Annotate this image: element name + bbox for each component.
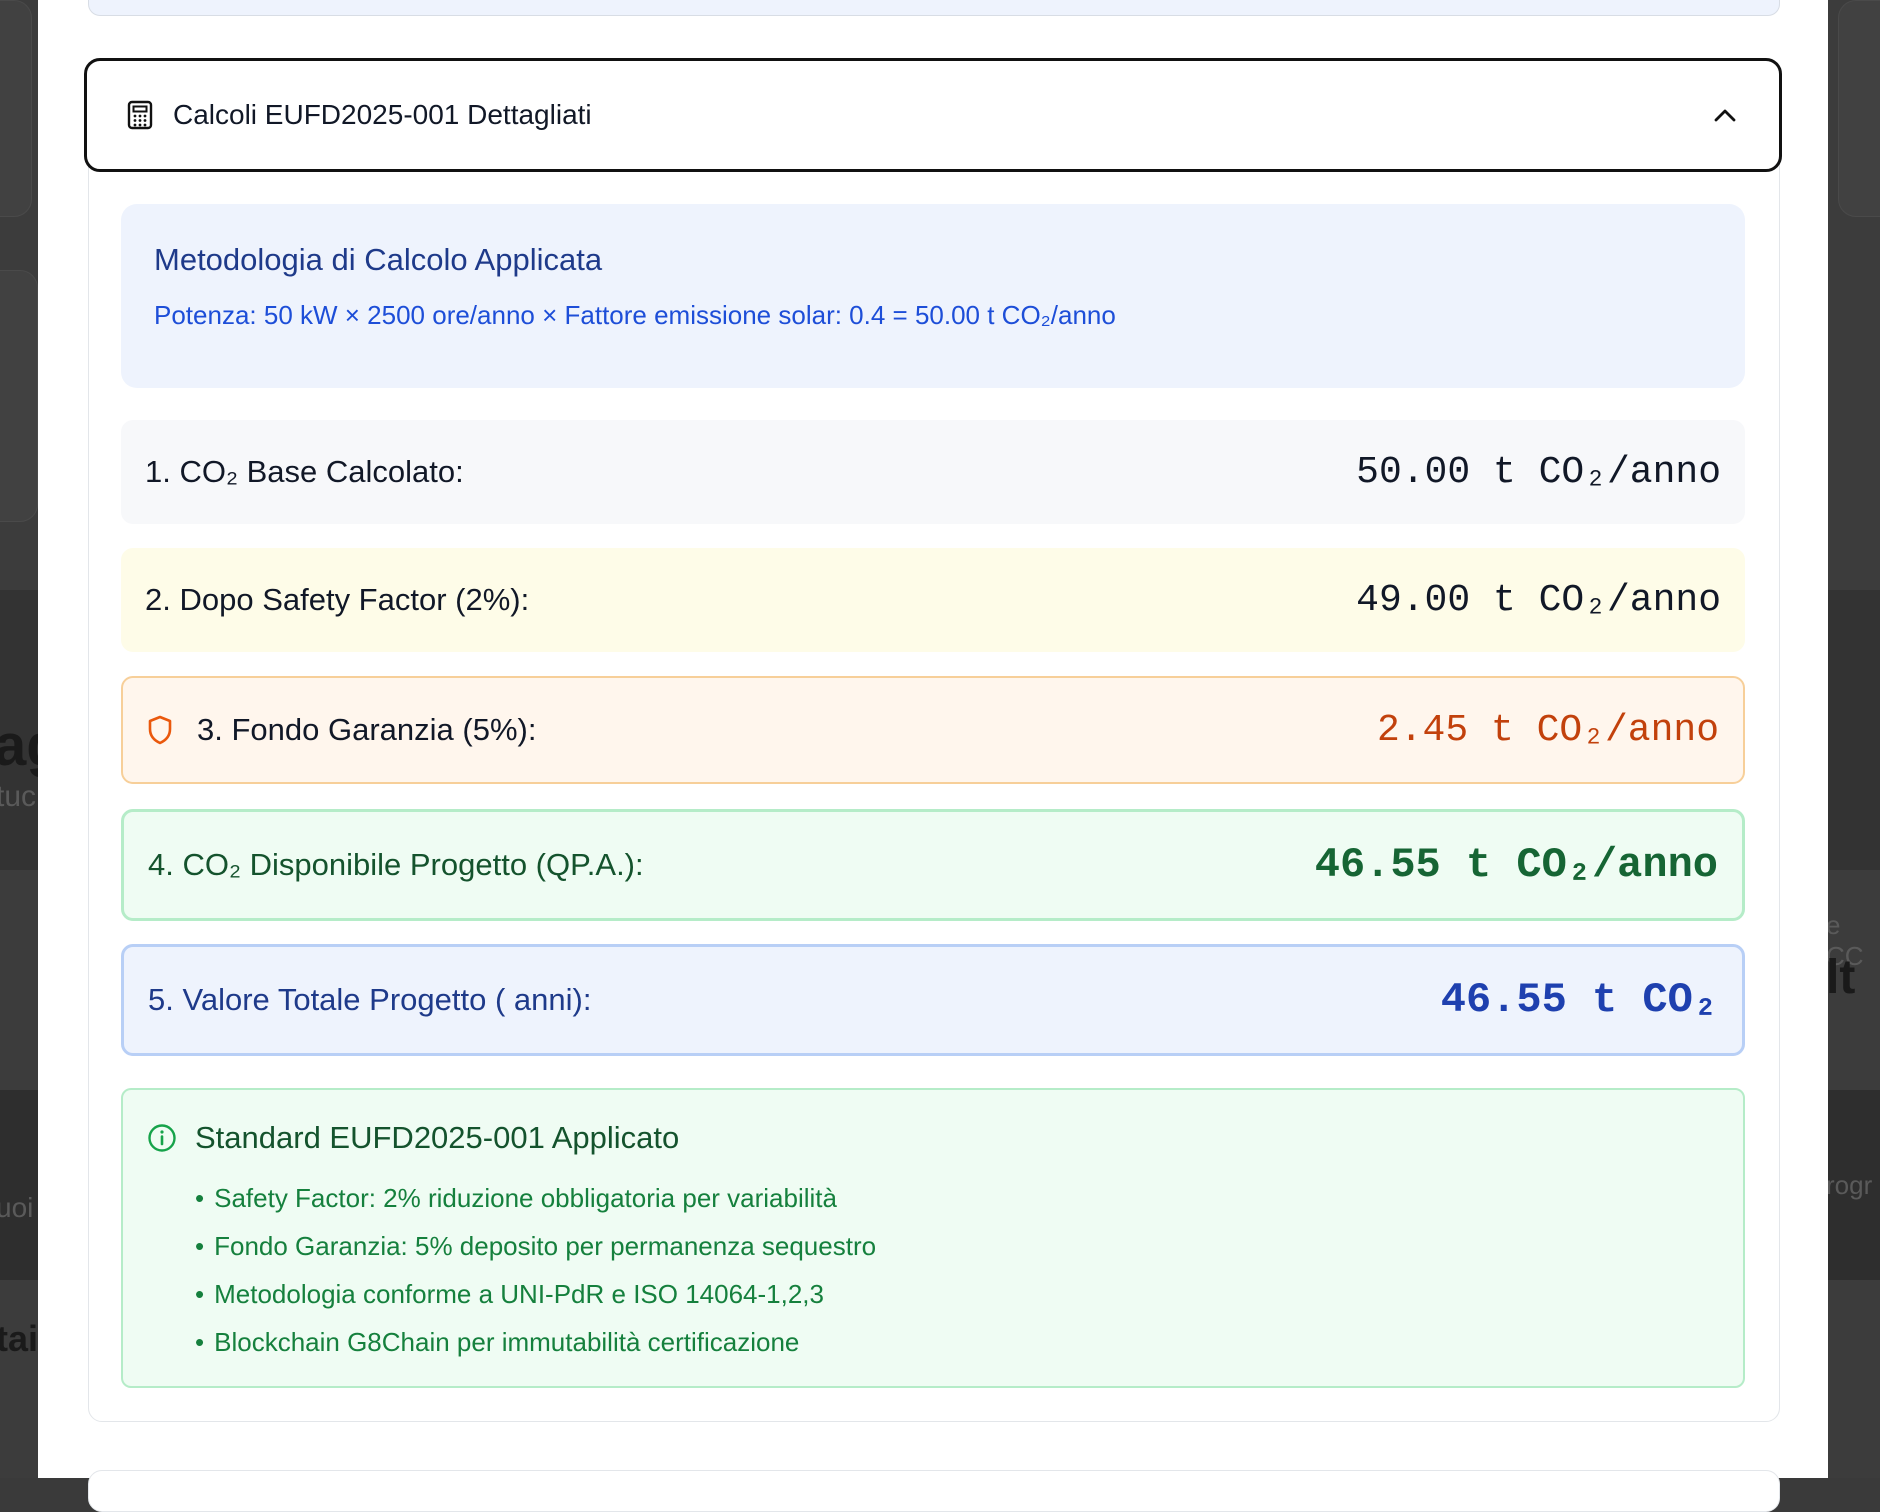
standard-header: Standard EUFD2025-001 Applicato (147, 1120, 1719, 1156)
previous-section-card (88, 0, 1780, 16)
standard-applied-box: Standard EUFD2025-001 Applicato • Safety … (121, 1088, 1745, 1388)
row-value: 2.45 t CO₂/anno (1376, 708, 1719, 752)
modal-dialog: Calcoli EUFD2025-001 Dettagliati Metodol… (38, 0, 1828, 1512)
background-card (0, 270, 38, 522)
calc-row-guarantee-fund: 3. Fondo Garanzia (5%): 2.45 t CO₂/anno (121, 676, 1745, 784)
row-label: 4. CO₂ Disponibile Progetto (QP.A.): (148, 847, 644, 882)
standard-title: Standard EUFD2025-001 Applicato (195, 1120, 680, 1155)
methodology-box: Metodologia di Calcolo Applicata Potenza… (121, 204, 1745, 388)
row-value: 46.55 t CO₂/anno (1314, 841, 1718, 889)
row-label-group: 3. Fondo Garanzia (5%): (147, 712, 536, 748)
row-label: 2. Dopo Safety Factor (2%): (145, 582, 530, 617)
row-label: 1. CO₂ Base Calcolato: (145, 454, 464, 489)
info-icon (147, 1123, 177, 1153)
background-card (1838, 0, 1880, 217)
row-label: 3. Fondo Garanzia (5%): (197, 712, 537, 747)
row-value: 50.00 t CO₂/anno (1356, 450, 1721, 494)
calc-row-safety-factor: 2. Dopo Safety Factor (2%): 49.00 t CO₂/… (121, 548, 1745, 652)
background-subtext: uoi (0, 1192, 34, 1223)
background-heading: lt (1826, 951, 1856, 1004)
calc-row-available-co2: 4. CO₂ Disponibile Progetto (QP.A.): 46.… (121, 809, 1745, 921)
list-item: • Safety Factor: 2% riduzione obbligatori… (195, 1183, 837, 1213)
calc-row-total-value: 5. Valore Totale Progetto ( anni): 46.55… (121, 944, 1745, 1056)
list-item: • Blockchain G8Chain per immutabilità cer… (195, 1327, 800, 1357)
list-item: • Metodologia conforme a UNI-PdR e ISO 14… (195, 1279, 824, 1309)
next-section-card (88, 1470, 1780, 1512)
list-item: • Fondo Garanzia: 5% deposito per permane… (195, 1231, 877, 1261)
row-label: 5. Valore Totale Progetto ( anni): (148, 982, 592, 1017)
methodology-title: Metodologia di Calcolo Applicata (154, 242, 603, 277)
background-subtext: tuc (0, 780, 37, 813)
chevron-up-icon[interactable] (1711, 101, 1739, 129)
methodology-formula: Potenza: 50 kW × 2500 ore/anno × Fattore… (154, 300, 1116, 330)
row-value: 49.00 t CO₂/anno (1356, 578, 1721, 622)
row-value: 46.55 t CO₂ (1440, 976, 1718, 1024)
background-subtext: rogr (1826, 1170, 1873, 1200)
shield-icon (147, 714, 177, 746)
background-card (0, 0, 32, 217)
calc-row-base-co2: 1. CO₂ Base Calcolato: 50.00 t CO₂/anno (121, 420, 1745, 524)
accordion-title: Calcoli EUFD2025-001 Dettagliati (173, 99, 592, 130)
standard-list: • Safety Factor: 2% riduzione obbligatori… (147, 1174, 1719, 1366)
calculator-icon (127, 100, 155, 130)
calculations-accordion-toggle[interactable]: Calcoli EUFD2025-001 Dettagliati (84, 58, 1782, 172)
